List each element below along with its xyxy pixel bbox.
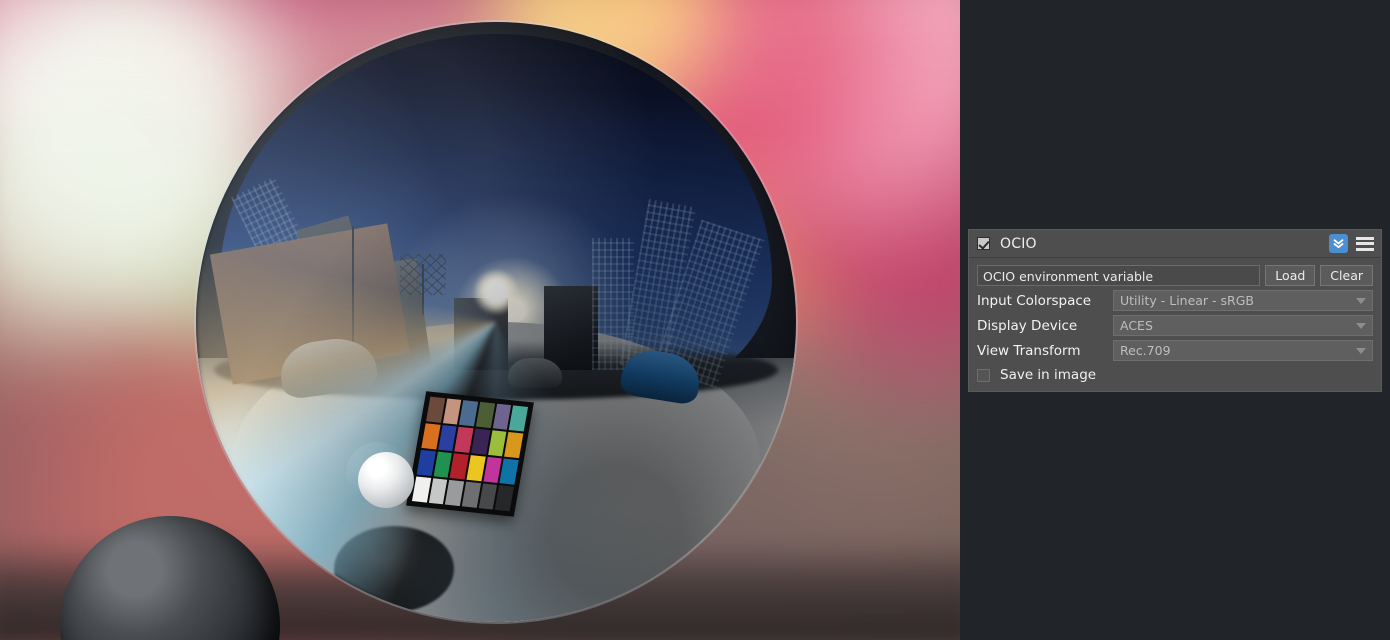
input-colorspace-dropdown[interactable]: Utility - Linear - sRGB — [1113, 290, 1373, 311]
view-transform-row: View Transform Rec.709 — [977, 340, 1373, 361]
color-patch — [499, 458, 519, 485]
panel-header-icons — [1329, 234, 1375, 253]
color-patch — [445, 479, 465, 507]
color-patch — [475, 401, 495, 429]
color-patch — [421, 423, 441, 450]
color-patch — [449, 453, 469, 480]
right-pane: OCIO OCIO environment variable Load Clea… — [960, 0, 1390, 640]
application-window: OCIO OCIO environment variable Load Clea… — [0, 0, 1390, 640]
color-patch — [416, 449, 436, 477]
hamburger-menu-icon[interactable] — [1355, 235, 1375, 253]
display-device-value: ACES — [1120, 318, 1153, 333]
color-patch — [442, 398, 462, 425]
color-patch — [459, 400, 479, 427]
color-patch — [428, 478, 448, 505]
white-sphere — [358, 452, 414, 508]
chrome-mirror-ball — [196, 22, 796, 622]
ocio-panel: OCIO OCIO environment variable Load Clea… — [968, 229, 1382, 392]
save-in-image-checkbox[interactable] — [977, 368, 990, 382]
color-patch — [411, 476, 431, 503]
input-colorspace-label: Input Colorspace — [977, 292, 1092, 309]
ocio-env-input[interactable]: OCIO environment variable — [977, 265, 1261, 286]
color-patch — [504, 431, 524, 459]
color-patch — [426, 396, 445, 423]
double-chevron-down-icon[interactable] — [1329, 234, 1348, 253]
view-transform-dropdown[interactable]: Rec.709 — [1113, 340, 1373, 361]
clear-button[interactable]: Clear — [1320, 265, 1373, 286]
ocio-env-row: OCIO environment variable Load Clear — [977, 265, 1373, 286]
load-button[interactable]: Load — [1265, 265, 1316, 286]
save-in-image-label: Save in image — [1000, 367, 1097, 383]
display-device-dropdown[interactable]: ACES — [1113, 315, 1373, 336]
view-transform-value: Rec.709 — [1120, 343, 1171, 358]
menu-line — [1356, 247, 1374, 251]
menu-line — [1356, 236, 1374, 240]
view-transform-label: View Transform — [977, 342, 1081, 359]
ocio-panel-title: OCIO — [1000, 235, 1037, 252]
color-patch — [495, 485, 514, 512]
color-checker-chart — [406, 391, 534, 517]
display-device-row: Display Device ACES — [977, 315, 1373, 336]
chevron-down-icon — [1356, 347, 1366, 354]
color-patch — [437, 425, 457, 452]
color-patch — [483, 456, 503, 483]
color-patch — [487, 430, 507, 457]
color-patch — [509, 405, 529, 432]
input-colorspace-row: Input Colorspace Utility - Linear - sRGB — [977, 290, 1373, 311]
save-in-image-row: Save in image — [977, 367, 1373, 383]
color-patch — [471, 428, 491, 455]
color-patch — [433, 451, 453, 478]
chevron-down-icon — [1356, 297, 1366, 304]
display-device-label: Display Device — [977, 317, 1078, 334]
input-colorspace-value: Utility - Linear - sRGB — [1120, 293, 1254, 308]
color-patch — [492, 403, 512, 430]
chevron-down-icon — [1356, 322, 1366, 329]
color-patch — [461, 481, 481, 508]
menu-line — [1356, 242, 1374, 245]
ocio-panel-body: OCIO environment variable Load Clear Inp… — [969, 258, 1381, 391]
image-viewport[interactable] — [0, 0, 960, 640]
ocio-panel-header: OCIO — [969, 230, 1381, 258]
color-patch — [466, 455, 486, 482]
ball-shading-overlay — [196, 22, 796, 622]
ocio-enable-checkbox[interactable] — [977, 237, 990, 250]
color-patch — [478, 483, 498, 510]
color-patch — [454, 426, 474, 453]
